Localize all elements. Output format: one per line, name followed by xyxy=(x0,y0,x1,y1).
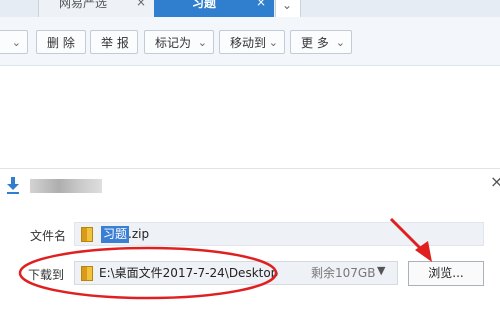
annotation-arrow-line xyxy=(389,217,426,254)
annotation-ellipse xyxy=(18,246,278,300)
annotation-overlay xyxy=(18,217,432,300)
